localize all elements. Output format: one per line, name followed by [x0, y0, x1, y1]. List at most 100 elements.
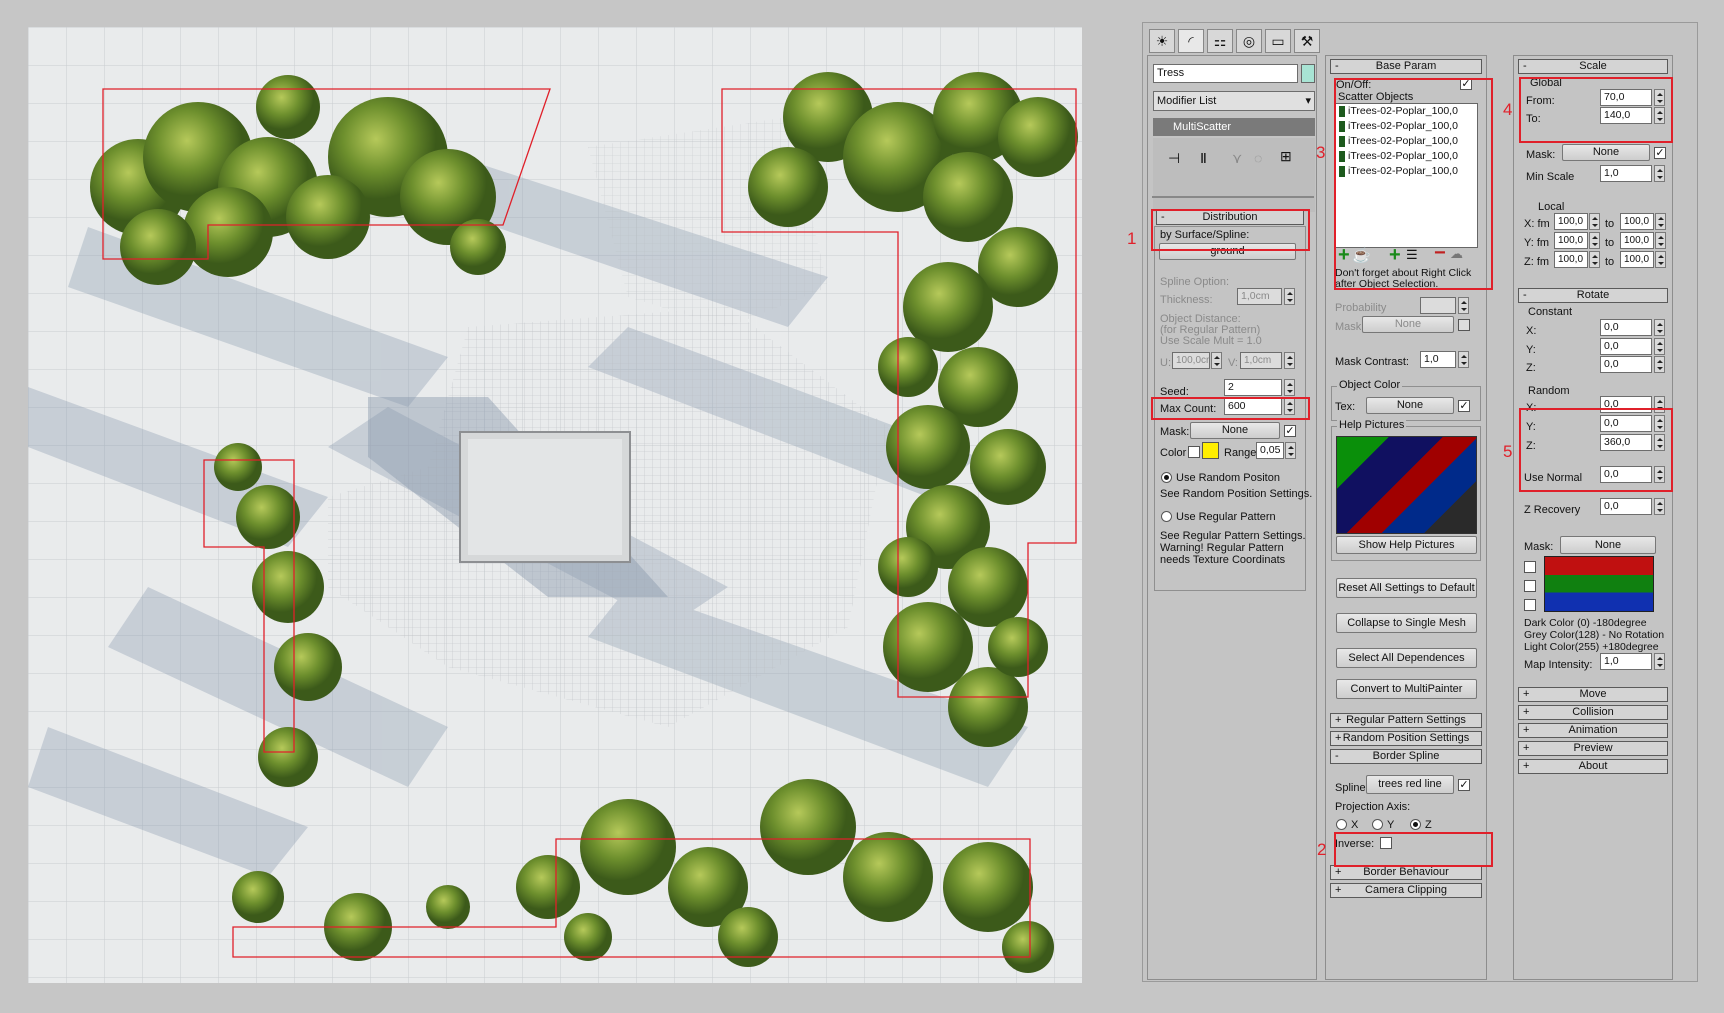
tex-button[interactable]: None: [1366, 397, 1454, 414]
rollout-rotate[interactable]: - Rotate: [1518, 288, 1668, 303]
rand-x-spinner[interactable]: [1654, 396, 1665, 413]
y-to-spinner[interactable]: [1655, 232, 1666, 249]
list-item[interactable]: iTrees-02-Poplar_100,0: [1336, 149, 1477, 164]
color-checkbox[interactable]: [1188, 446, 1200, 458]
list-icon[interactable]: ☰: [1406, 247, 1418, 263]
mask-button[interactable]: None: [1362, 316, 1454, 333]
rollout-camera-clipping[interactable]: + Camera Clipping: [1330, 883, 1482, 898]
z-to-spinner[interactable]: [1655, 251, 1666, 268]
axis-z-radio[interactable]: [1410, 819, 1421, 830]
z-fm-field[interactable]: 100,0: [1554, 251, 1588, 268]
rollout-distribution[interactable]: - Distribution: [1156, 210, 1304, 225]
color-swatch[interactable]: [1202, 442, 1219, 459]
y-fm-field[interactable]: 100,0: [1554, 232, 1588, 249]
spline-button[interactable]: trees red line: [1366, 775, 1454, 794]
rotate-mask-button[interactable]: None: [1560, 536, 1656, 554]
map-intensity-field[interactable]: 1,0: [1600, 653, 1652, 670]
const-x-spinner[interactable]: [1654, 319, 1665, 336]
utilities-tab-icon[interactable]: ⚒: [1294, 29, 1320, 53]
scale-mask-checkbox[interactable]: ✓: [1654, 147, 1666, 159]
rollout-collision[interactable]: + Collision: [1518, 705, 1668, 720]
x-to-spinner[interactable]: [1655, 213, 1666, 230]
tex-checkbox[interactable]: ✓: [1458, 400, 1470, 412]
onoff-checkbox[interactable]: ✓: [1460, 78, 1472, 90]
min-scale-spinner[interactable]: [1654, 165, 1665, 182]
seed-field[interactable]: 2: [1224, 379, 1282, 396]
show-help-button[interactable]: Show Help Pictures: [1336, 536, 1477, 554]
rollout-preview[interactable]: + Preview: [1518, 741, 1668, 756]
use-random-radio[interactable]: [1161, 472, 1172, 483]
axis-x-radio[interactable]: [1336, 819, 1347, 830]
rollout-animation[interactable]: + Animation: [1518, 723, 1668, 738]
list-item[interactable]: iTrees-02-Poplar_100,0: [1336, 104, 1477, 119]
add-icon[interactable]: +: [1338, 244, 1350, 267]
modify-tab-icon[interactable]: ◜: [1178, 29, 1204, 53]
rand-x-field[interactable]: 0,0: [1600, 396, 1652, 413]
collapse-button[interactable]: Collapse to Single Mesh: [1336, 613, 1477, 633]
mask-contrast-field[interactable]: 1,0: [1420, 351, 1456, 368]
configure-sets-icon[interactable]: ⊞: [1280, 148, 1292, 165]
from-field[interactable]: 70,0: [1600, 89, 1652, 106]
min-scale-field[interactable]: 1,0: [1600, 165, 1652, 182]
convert-button[interactable]: Convert to MultiPainter: [1336, 679, 1477, 699]
rollout-border-behaviour[interactable]: + Border Behaviour: [1330, 865, 1482, 880]
rot-y-checkbox[interactable]: [1524, 580, 1536, 592]
range-field[interactable]: 0,05: [1256, 442, 1284, 459]
show-end-result-icon[interactable]: Ⅱ: [1200, 150, 1207, 167]
rand-y-field[interactable]: 0,0: [1600, 415, 1652, 432]
y-fm-spinner[interactable]: [1589, 232, 1600, 249]
cloud-icon[interactable]: ☁: [1450, 246, 1463, 262]
remove-icon[interactable]: −: [1434, 242, 1446, 265]
const-z-spinner[interactable]: [1654, 356, 1665, 373]
inverse-checkbox[interactable]: [1380, 837, 1392, 849]
const-z-field[interactable]: 0,0: [1600, 356, 1652, 373]
mask-checkbox[interactable]: [1458, 319, 1470, 331]
use-regular-radio[interactable]: [1161, 511, 1172, 522]
mask-checkbox[interactable]: ✓: [1284, 425, 1296, 437]
teapot-icon[interactable]: ☕: [1352, 246, 1371, 264]
select-all-button[interactable]: Select All Dependences: [1336, 648, 1477, 668]
probability-spinner[interactable]: [1458, 297, 1469, 314]
x-fm-spinner[interactable]: [1589, 213, 1600, 230]
rot-z-checkbox[interactable]: [1524, 599, 1536, 611]
axis-y-radio[interactable]: [1372, 819, 1383, 830]
motion-tab-icon[interactable]: ◎: [1236, 29, 1262, 53]
rand-y-spinner[interactable]: [1654, 415, 1665, 432]
u-spinner[interactable]: [1211, 352, 1222, 369]
z-to-field[interactable]: 100,0: [1620, 251, 1654, 268]
const-y-spinner[interactable]: [1654, 338, 1665, 355]
seed-spinner[interactable]: [1284, 379, 1295, 396]
modifier-list-dropdown[interactable]: Modifier List ▾: [1153, 91, 1315, 111]
max-count-spinner[interactable]: [1284, 398, 1295, 415]
rand-z-field[interactable]: 360,0: [1600, 434, 1652, 451]
z-recovery-spinner[interactable]: [1654, 498, 1665, 515]
use-normal-field[interactable]: 0,0: [1600, 466, 1652, 483]
list-item[interactable]: iTrees-02-Poplar_100,0: [1336, 164, 1477, 179]
probability-field[interactable]: [1420, 297, 1456, 314]
create-tab-icon[interactable]: ☀: [1149, 29, 1175, 53]
rand-z-spinner[interactable]: [1654, 434, 1665, 451]
x-to-field[interactable]: 100,0: [1620, 213, 1654, 230]
to-field[interactable]: 140,0: [1600, 107, 1652, 124]
rollout-regular-pattern[interactable]: + Regular Pattern Settings: [1330, 713, 1482, 728]
viewport[interactable]: [28, 27, 1082, 983]
rollout-random-position[interactable]: + Random Position Settings: [1330, 731, 1482, 746]
display-tab-icon[interactable]: ▭: [1265, 29, 1291, 53]
list-item[interactable]: iTrees-02-Poplar_100,0: [1336, 119, 1477, 134]
mask-contrast-spinner[interactable]: [1458, 351, 1469, 368]
surface-button[interactable]: ground: [1159, 243, 1296, 260]
scale-mask-button[interactable]: None: [1562, 144, 1650, 161]
reset-button[interactable]: Reset All Settings to Default: [1336, 578, 1477, 598]
range-spinner[interactable]: [1285, 442, 1296, 459]
mask-button[interactable]: None: [1190, 422, 1280, 439]
list-item[interactable]: iTrees-02-Poplar_100,0: [1336, 134, 1477, 149]
add-list-icon[interactable]: +: [1389, 244, 1401, 267]
spline-checkbox[interactable]: ✓: [1458, 779, 1470, 791]
use-normal-spinner[interactable]: [1654, 466, 1665, 483]
max-count-field[interactable]: 600: [1224, 398, 1282, 415]
v-spinner[interactable]: [1284, 352, 1295, 369]
thickness-field[interactable]: 1,0cm: [1237, 288, 1282, 305]
object-name-field[interactable]: Tress: [1153, 64, 1298, 83]
remove-modifier-icon[interactable]: ◌: [1254, 150, 1262, 166]
v-field[interactable]: 1,0cm: [1240, 352, 1282, 369]
